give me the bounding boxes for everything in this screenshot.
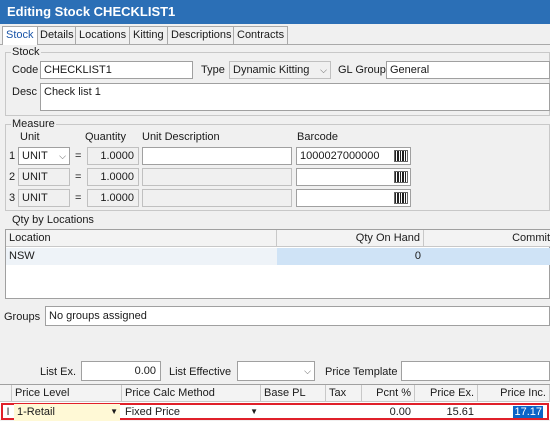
code-label: Code [12, 64, 39, 76]
tab-details[interactable]: Details [36, 26, 78, 44]
list-effective-label: List Effective [169, 366, 232, 378]
price-ex-column-header[interactable]: Price Ex. [415, 385, 478, 402]
price-template-field[interactable] [401, 361, 550, 381]
chevron-down-icon: ⌵ [304, 366, 311, 376]
location-column-header[interactable]: Location [6, 230, 277, 247]
locations-grid[interactable]: Location Qty On Hand Commit NSW 0 [5, 229, 550, 299]
equals-sign: = [75, 150, 82, 162]
unit-select[interactable]: UNIT ⌵ [18, 147, 70, 165]
unit-description-field[interactable] [142, 189, 292, 207]
unit-field[interactable]: UNIT [18, 189, 70, 207]
quantity-field[interactable]: 1.0000 [87, 189, 139, 207]
qty-by-locations-title: Qty by Locations [11, 214, 95, 226]
equals-sign: = [75, 192, 82, 204]
unit-description-field[interactable] [142, 168, 292, 186]
barcode-field[interactable]: 1000027000000 [296, 147, 411, 165]
quantity-field[interactable]: 1.0000 [87, 147, 139, 165]
tab-divider [0, 44, 550, 45]
tab-stock[interactable]: Stock [2, 26, 38, 45]
tab-descriptions[interactable]: Descriptions [167, 26, 236, 44]
list-ex-field[interactable]: 0.00 [81, 361, 161, 381]
price-inc-value: 17.17 [513, 406, 543, 418]
unit-field[interactable]: UNIT [18, 168, 70, 186]
measure-row-number: 2 [9, 171, 16, 183]
row-marker: I [6, 406, 10, 418]
pcnt-column-header[interactable]: Pcnt % [362, 385, 415, 402]
tab-contracts[interactable]: Contracts [233, 26, 289, 44]
base-pl-cell[interactable] [261, 404, 325, 421]
type-select-value: Dynamic Kitting [233, 64, 310, 76]
unit-description-header: Unit Description [142, 131, 220, 143]
dropdown-arrow-icon: ▼ [110, 407, 118, 416]
barcode-icon[interactable] [394, 171, 408, 183]
measure-group-title: Measure [11, 118, 56, 130]
tab-locations[interactable]: Locations [75, 26, 131, 44]
tax-column-header[interactable]: Tax [326, 385, 362, 402]
desc-label: Desc [12, 86, 38, 98]
quantity-header: Quantity [85, 131, 126, 143]
committed-cell[interactable] [424, 248, 550, 265]
quantity-field[interactable]: 1.0000 [87, 168, 139, 186]
tab-strip: Stock Details Locations Kitting Descript… [0, 26, 550, 45]
qty-on-hand-cell[interactable]: 0 [277, 248, 424, 265]
groups-field[interactable]: No groups assigned [45, 306, 550, 326]
barcode-icon[interactable] [394, 150, 408, 162]
type-select[interactable]: Dynamic Kitting ⌵ [229, 61, 331, 79]
gl-group-label: GL Group [338, 64, 386, 76]
row-indicator-header [0, 385, 12, 402]
stock-group-title: Stock [11, 46, 41, 58]
price-calc-method-value: Fixed Price [125, 406, 181, 418]
window-title: Editing Stock CHECKLIST1 [0, 0, 550, 24]
list-ex-label: List Ex. [40, 366, 77, 378]
committed-column-header[interactable]: Commit [424, 230, 550, 247]
gl-group-field[interactable]: General [386, 61, 550, 79]
price-calc-method-cell[interactable]: Fixed Price ▼ [122, 404, 260, 421]
desc-field[interactable]: Check list 1 [40, 83, 550, 111]
price-inc-cell[interactable]: 17.17 [478, 404, 546, 421]
equals-sign: = [75, 171, 82, 183]
price-level-cell[interactable]: 1-Retail ▼ [14, 404, 120, 421]
groups-label: Groups [4, 311, 41, 323]
code-field[interactable]: CHECKLIST1 [40, 61, 193, 79]
pcnt-cell[interactable]: 0.00 [362, 404, 414, 421]
barcode-header: Barcode [297, 131, 338, 143]
qty-on-hand-column-header[interactable]: Qty On Hand [277, 230, 424, 247]
type-label: Type [201, 64, 225, 76]
price-grid[interactable]: Price Level Price Calc Method Base PL Ta… [0, 384, 550, 421]
location-cell[interactable]: NSW [6, 248, 277, 265]
list-effective-select[interactable]: ⌵ [237, 361, 315, 381]
tab-kitting[interactable]: Kitting [129, 26, 168, 44]
barcode-field[interactable] [296, 189, 411, 207]
barcode-value: 1000027000000 [300, 150, 380, 162]
price-calc-method-column-header[interactable]: Price Calc Method [122, 385, 261, 402]
price-level-value: 1-Retail [17, 406, 55, 418]
barcode-field[interactable] [296, 168, 411, 186]
chevron-down-icon: ⌵ [320, 65, 327, 75]
price-template-label: Price Template [325, 366, 398, 378]
measure-row-number: 3 [9, 192, 16, 204]
dropdown-arrow-icon: ▼ [250, 407, 258, 416]
price-inc-column-header[interactable]: Price Inc. [478, 385, 550, 402]
unit-header: Unit [20, 131, 40, 143]
price-ex-cell[interactable]: 15.61 [415, 404, 477, 421]
tax-cell[interactable] [326, 404, 361, 421]
base-pl-column-header[interactable]: Base PL [261, 385, 326, 402]
price-level-column-header[interactable]: Price Level [12, 385, 122, 402]
chevron-down-icon: ⌵ [59, 151, 66, 161]
barcode-icon[interactable] [394, 192, 408, 204]
unit-description-field[interactable] [142, 147, 292, 165]
measure-row-number: 1 [9, 150, 16, 162]
unit-select-value: UNIT [22, 150, 48, 162]
